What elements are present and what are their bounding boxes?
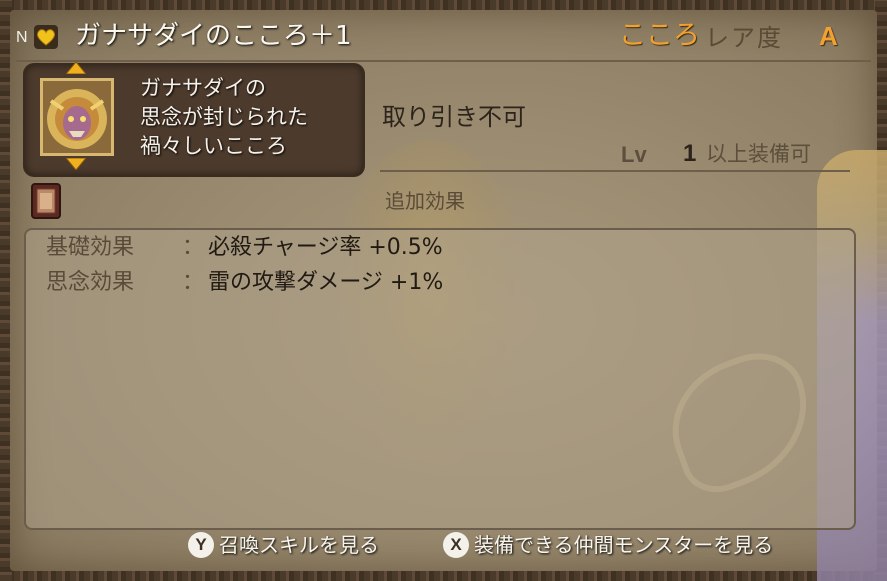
effect-value: 必殺チャージ率 +0.5% — [208, 235, 443, 260]
description-line: 禍々しいこころ — [140, 134, 287, 158]
effect-label: 基礎効果 — [46, 235, 135, 260]
heart-icon — [34, 25, 58, 49]
effect-separator: ： — [182, 235, 205, 260]
book-icon — [31, 183, 61, 219]
title-divider — [16, 60, 871, 62]
y-button-icon: Y — [188, 532, 214, 558]
down-arrow-icon[interactable] — [66, 158, 86, 170]
level-value: 1 — [683, 140, 697, 167]
title-bar: N ガナサダイのこころ＋1 こころ レア度 A — [16, 18, 871, 58]
n-marker: N — [16, 29, 28, 46]
item-description: ガナサダイの 思念が封じられた 禍々しいこころ — [140, 74, 308, 161]
view-equippable-monsters-label: 装備できる仲間モンスターを見る — [474, 533, 774, 557]
up-arrow-icon[interactable] — [66, 62, 86, 74]
additional-effects-heading: 追加効果 — [385, 189, 465, 213]
effect-value: 雷の攻撃ダメージ +1% — [208, 270, 444, 295]
description-line: 思念が封じられた — [140, 105, 308, 129]
view-equippable-monsters-button[interactable]: X 装備できる仲間モンスターを見る — [443, 530, 843, 560]
level-label: Lv — [621, 142, 647, 167]
view-summon-skills-button[interactable]: Y 召喚スキルを見る — [188, 530, 418, 560]
rarity-value: A — [819, 21, 838, 51]
item-category: こころ — [619, 20, 700, 51]
level-divider — [380, 170, 850, 172]
monster-portrait-icon — [40, 78, 114, 156]
view-summon-skills-label: 召喚スキルを見る — [219, 533, 379, 557]
screen: N ガナサダイのこころ＋1 こころ レア度 A ガナサダイの 思念が封じられた — [0, 0, 887, 581]
description-line: ガナサダイの — [140, 76, 266, 100]
trade-status: 取り引き不可 — [382, 103, 526, 131]
x-button-icon: X — [443, 532, 469, 558]
item-name: ガナサダイのこころ＋1 — [75, 21, 352, 51]
rarity-label: レア度 — [705, 24, 783, 52]
level-requirement-suffix: 以上装備可 — [706, 142, 811, 166]
effect-label: 思念効果 — [46, 270, 135, 295]
effect-separator: ： — [182, 270, 205, 295]
